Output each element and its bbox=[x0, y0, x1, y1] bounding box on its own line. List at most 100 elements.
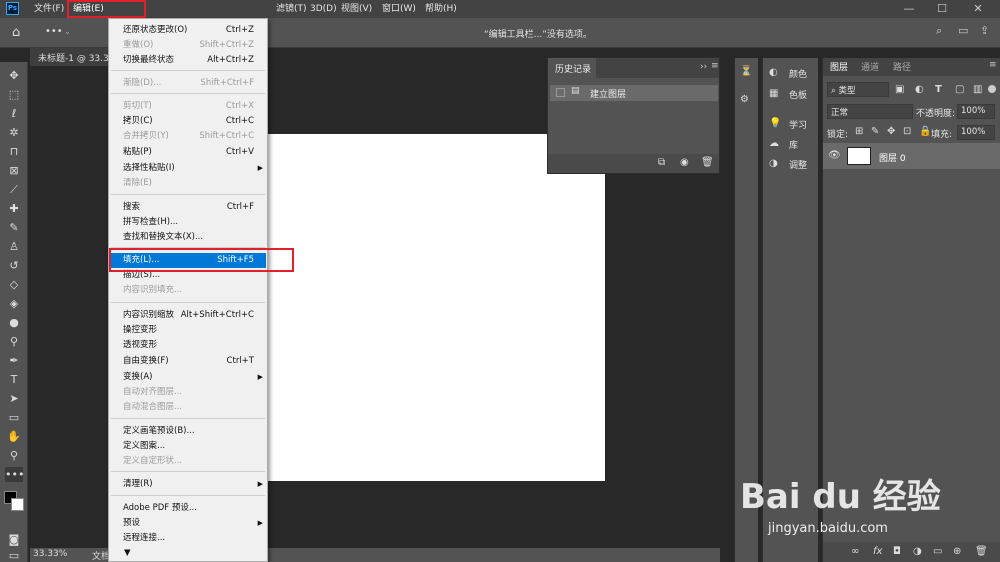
document-tab[interactable]: 未标题-1 @ 33.3% bbox=[30, 48, 117, 66]
tab-channels[interactable]: 通道 bbox=[861, 60, 879, 73]
trash-icon[interactable]: 🗑 bbox=[701, 157, 714, 168]
edit-menu-item[interactable]: 操控变形 bbox=[110, 323, 266, 338]
edit-menu-item[interactable]: 查找和替换文本(X)... bbox=[110, 230, 266, 245]
maximize-icon[interactable]: ☐ bbox=[934, 1, 950, 17]
move-tool-icon[interactable]: ✥ bbox=[5, 68, 23, 83]
pen-tool-icon[interactable]: ✒ bbox=[5, 353, 23, 368]
filter-adjust-icon[interactable]: ◐ bbox=[915, 84, 924, 95]
lasso-tool-icon[interactable]: ℓ bbox=[5, 106, 23, 121]
clone-stamp-icon[interactable]: ♙ bbox=[5, 239, 23, 254]
share-icon[interactable]: ⇪ bbox=[980, 24, 989, 37]
edit-menu-item[interactable]: 透视变形 bbox=[110, 338, 266, 353]
filter-pixel-icon[interactable]: ▣ bbox=[895, 84, 904, 95]
libraries-panel-button[interactable]: 库 bbox=[789, 138, 798, 151]
menu-3d[interactable]: 3D(D) bbox=[310, 3, 337, 15]
eraser-icon[interactable]: ◇ bbox=[5, 277, 23, 292]
camera-icon[interactable]: ◉ bbox=[680, 157, 689, 168]
type-tool-icon[interactable]: T bbox=[5, 372, 23, 387]
workspace-icon[interactable]: ▭ bbox=[958, 24, 968, 37]
color-panel-button[interactable]: 颜色 bbox=[789, 67, 807, 80]
edit-menu-item[interactable]: 预设 ▶ bbox=[110, 516, 266, 531]
edit-menu-item[interactable]: 拷贝(C) Ctrl+C bbox=[110, 114, 266, 129]
menu-window[interactable]: 窗口(W) bbox=[382, 3, 416, 15]
lock-all-icon[interactable]: 🔒 bbox=[919, 126, 931, 137]
lock-transparent-icon[interactable]: ⊞ bbox=[855, 126, 863, 137]
edit-menu-item[interactable]: 变换(A) ▶ bbox=[110, 370, 266, 385]
paint-bucket-icon[interactable]: ◈ bbox=[5, 296, 23, 311]
close-icon[interactable]: ✕ bbox=[970, 1, 986, 17]
photoshop-logo-icon[interactable]: Ps bbox=[6, 2, 19, 15]
eyedropper-icon[interactable]: ⟋ bbox=[5, 182, 23, 197]
layer-thumbnail[interactable] bbox=[847, 147, 871, 165]
filter-toggle[interactable] bbox=[988, 85, 996, 93]
filter-smart-icon[interactable]: ▥ bbox=[973, 84, 982, 95]
chevron-down-icon[interactable]: ⌄ bbox=[64, 27, 71, 36]
zoom-tool-icon[interactable]: ⚲ bbox=[5, 448, 23, 463]
layer-name[interactable]: 图层 0 bbox=[879, 151, 906, 164]
edit-menu-item[interactable]: 定义画笔预设(B)... bbox=[110, 424, 266, 439]
menu-filter[interactable]: 滤镜(T) bbox=[276, 3, 307, 15]
layer-filter-select[interactable]: ⌕ 类型 bbox=[827, 82, 889, 97]
rectangle-tool-icon[interactable]: ▭ bbox=[5, 410, 23, 425]
edit-toolbar-icon[interactable]: ••• bbox=[5, 467, 24, 482]
filter-type-icon[interactable]: T bbox=[935, 84, 942, 95]
filter-shape-icon[interactable]: ▢ bbox=[955, 84, 964, 95]
zoom-level[interactable]: 33.33% bbox=[33, 549, 67, 559]
edit-menu-item[interactable]: Adobe PDF 预设... bbox=[110, 501, 266, 516]
history-brush-icon[interactable]: ↺ bbox=[5, 258, 23, 273]
history-tab[interactable]: 历史记录 bbox=[548, 58, 596, 78]
history-dock-icon[interactable]: ⏳ bbox=[740, 66, 752, 77]
menu-file[interactable]: 文件(F) bbox=[34, 3, 64, 15]
swatches-panel-button[interactable]: 色板 bbox=[789, 88, 807, 101]
tab-layers[interactable]: 图层 bbox=[830, 60, 848, 73]
background-color-swatch[interactable] bbox=[11, 498, 24, 511]
edit-menu-item[interactable]: 粘贴(P) Ctrl+V bbox=[110, 145, 266, 160]
panel-expand-icon[interactable]: ›› bbox=[700, 62, 707, 72]
panel-menu-icon[interactable]: ≡ bbox=[711, 61, 719, 71]
minimize-icon[interactable]: — bbox=[901, 1, 917, 17]
lock-position-icon[interactable]: ✥ bbox=[887, 126, 895, 137]
hand-tool-icon[interactable]: ✋ bbox=[5, 429, 23, 444]
edit-menu-item[interactable]: 拼写检查(H)... bbox=[110, 215, 266, 230]
lock-image-icon[interactable]: ✎ bbox=[871, 126, 879, 137]
properties-dock-icon[interactable]: ⚙ bbox=[740, 94, 749, 105]
more-tools-button[interactable]: ••• bbox=[45, 26, 63, 37]
tab-paths[interactable]: 路径 bbox=[893, 60, 911, 73]
edit-menu-item[interactable]: 远程连接... bbox=[110, 531, 266, 546]
search-icon[interactable]: ⌕ bbox=[936, 24, 942, 38]
menu-scroll-down-icon[interactable]: ▼ bbox=[110, 546, 266, 561]
home-icon[interactable]: ⌂ bbox=[12, 25, 20, 40]
edit-menu-item[interactable]: 自由变换(F) Ctrl+T bbox=[110, 354, 266, 369]
new-document-from-state-icon[interactable]: ⧉ bbox=[658, 157, 665, 168]
frame-tool-icon[interactable]: ⊠ bbox=[5, 163, 23, 178]
menu-help[interactable]: 帮助(H) bbox=[425, 3, 457, 15]
edit-menu-item[interactable]: 切换最终状态 Alt+Ctrl+Z bbox=[110, 53, 266, 68]
edit-menu-item[interactable]: 选择性粘贴(I) ▶ bbox=[110, 161, 266, 176]
edit-menu-item[interactable]: 搜索 Ctrl+F bbox=[110, 200, 266, 215]
document-canvas[interactable] bbox=[268, 134, 605, 481]
panel-menu-icon[interactable]: ≡ bbox=[989, 60, 997, 70]
history-snapshot-checkbox[interactable] bbox=[556, 88, 565, 97]
fill-input[interactable]: 100% bbox=[957, 125, 995, 140]
edit-menu-item[interactable]: 内容识别缩放 Alt+Shift+Ctrl+C bbox=[110, 308, 266, 323]
visibility-eye-icon[interactable]: 👁 bbox=[828, 150, 841, 161]
opacity-input[interactable]: 100% bbox=[957, 104, 995, 119]
blend-mode-select[interactable]: 正常 bbox=[827, 104, 913, 119]
healing-brush-icon[interactable]: ✚ bbox=[5, 201, 23, 216]
edit-menu-item[interactable]: 还原状态更改(O) Ctrl+Z bbox=[110, 23, 266, 38]
blur-tool-icon[interactable]: ● bbox=[5, 315, 23, 330]
brush-tool-icon[interactable]: ✎ bbox=[5, 220, 23, 235]
edit-menu-item[interactable]: 定义图案... bbox=[110, 439, 266, 454]
edit-menu-item[interactable]: 清理(R) ▶ bbox=[110, 477, 266, 492]
adjustments-panel-button[interactable]: 调整 bbox=[789, 158, 807, 171]
quick-mask-icon[interactable]: ◙ bbox=[5, 532, 23, 547]
lock-artboard-icon[interactable]: ⊡ bbox=[903, 126, 911, 137]
crop-tool-icon[interactable]: ⊓ bbox=[5, 144, 23, 159]
menu-view[interactable]: 视图(V) bbox=[341, 3, 372, 15]
magic-wand-icon[interactable]: ✲ bbox=[5, 125, 23, 140]
path-select-icon[interactable]: ➤ bbox=[5, 391, 23, 406]
marquee-tool-icon[interactable]: ⬚ bbox=[5, 87, 23, 102]
dodge-tool-icon[interactable]: ⚲ bbox=[5, 334, 23, 349]
learn-panel-button[interactable]: 学习 bbox=[789, 118, 807, 131]
screen-mode-icon[interactable]: ▭ bbox=[5, 548, 23, 562]
